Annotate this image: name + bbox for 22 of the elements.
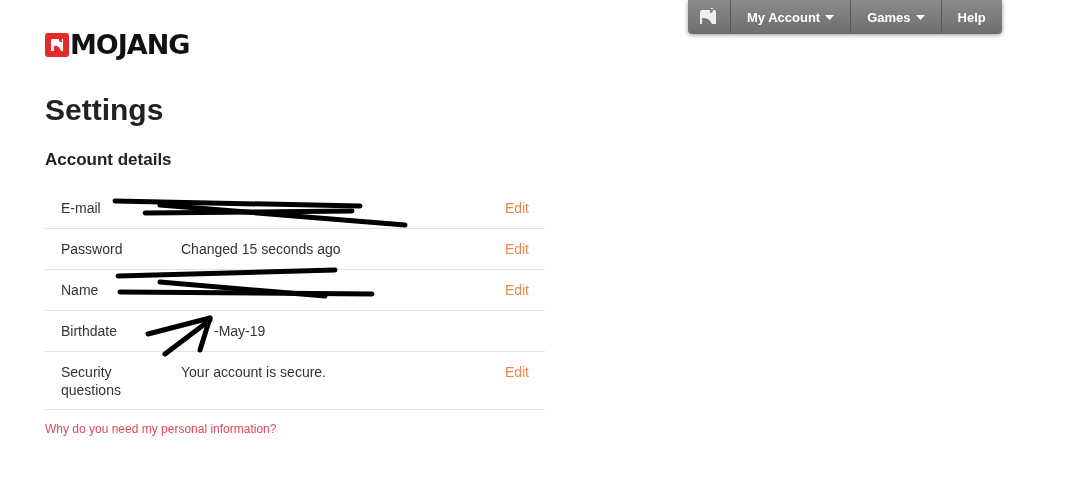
section-title: Account details: [45, 150, 172, 170]
field-value: -May-19: [214, 323, 266, 339]
field-label: Password: [61, 240, 124, 258]
page-title: Settings: [45, 93, 164, 127]
edit-link[interactable]: Edit: [504, 199, 529, 217]
logo-icon: [45, 33, 69, 57]
menu-button[interactable]: Games: [850, 0, 941, 34]
edit-link[interactable]: Edit: [504, 281, 529, 299]
field-label: Birthdate: [61, 322, 119, 340]
field-value: Your account is secure.: [181, 364, 326, 380]
caret-icon: [915, 14, 925, 20]
logo-icon: [698, 8, 718, 26]
field-label: Name: [61, 281, 100, 299]
help-button[interactable]: Help: [940, 0, 1002, 34]
edit-link[interactable]: Edit: [504, 240, 529, 258]
field-label: E-mail: [61, 199, 102, 217]
edit-link[interactable]: Edit: [504, 363, 529, 381]
info-link[interactable]: Why do you need my personal information?: [45, 422, 277, 436]
menu-button[interactable]: My Account: [730, 0, 851, 34]
field-label: Security questions: [61, 363, 122, 399]
field-value: Changed 15 seconds ago: [181, 241, 341, 257]
caret-icon: [825, 14, 835, 20]
